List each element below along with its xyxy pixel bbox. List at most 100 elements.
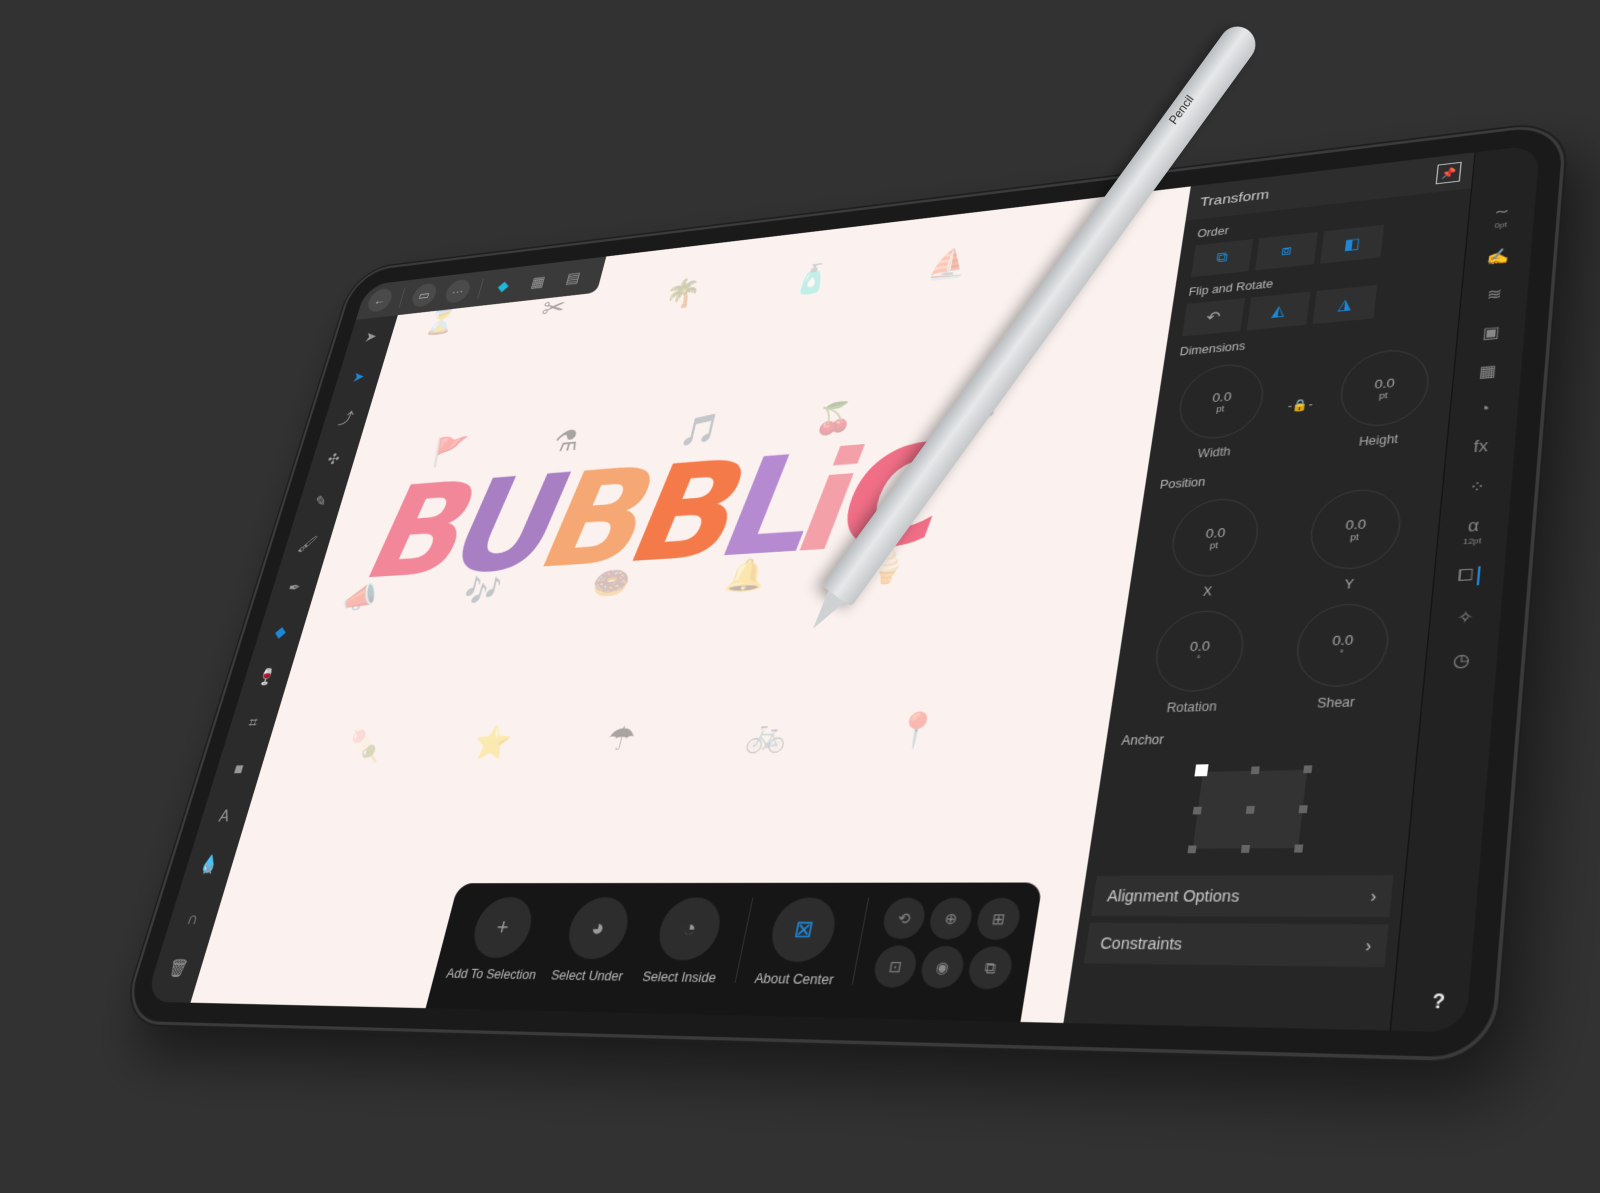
about-center-button[interactable]: ⊠ About Center xyxy=(753,897,850,988)
text-tool-icon: A xyxy=(217,806,233,825)
anchor-middle-left[interactable] xyxy=(1192,806,1202,815)
move-tool-button[interactable]: ➤ xyxy=(356,324,386,349)
flip-vertical-button[interactable]: ◮ xyxy=(1312,284,1378,325)
anchor-bottom-right[interactable] xyxy=(1293,844,1304,853)
styles-studio-button[interactable]: ⁘ xyxy=(1468,476,1486,497)
stroke-icon: ∼ xyxy=(1493,203,1511,221)
transparency-tool-button[interactable]: 🍷 xyxy=(251,663,282,690)
lock-icon: -🔒- xyxy=(1287,397,1314,413)
move-tool-icon: ➤ xyxy=(363,327,380,345)
lock-selection-button[interactable]: ⊡ xyxy=(871,945,920,988)
document-button[interactable]: ▭ xyxy=(409,282,440,308)
styles-icon: ⁘ xyxy=(1468,478,1486,497)
stroke-studio-button[interactable]: ∼ 0pt xyxy=(1493,202,1510,230)
shear-dial[interactable]: 0.0 ° xyxy=(1292,601,1393,689)
swatches-studio-button[interactable]: ▦ xyxy=(1478,361,1497,382)
symbols-studio-button[interactable]: ✧ xyxy=(1456,607,1474,629)
appearance-studio-button[interactable]: ▣ xyxy=(1481,322,1501,343)
rotate-selection-button[interactable]: ⟲ xyxy=(880,897,928,940)
vector-brush-tool-icon: 🖌 xyxy=(296,534,320,553)
alignment-options-label: Alignment Options xyxy=(1106,886,1241,906)
select-inside-icon: ◔ xyxy=(680,915,700,942)
brushes-studio-button[interactable]: ✍ xyxy=(1486,247,1510,268)
layers-studio-button[interactable]: ≋ xyxy=(1486,284,1503,304)
anchor-bottom-center[interactable] xyxy=(1240,844,1251,853)
lock-aspect-toggle[interactable]: -🔒- xyxy=(1287,397,1314,412)
height-dial[interactable]: 0.0 pt xyxy=(1336,346,1432,430)
character-studio-button[interactable]: α 12pt xyxy=(1462,517,1484,547)
pen-tool-button[interactable]: ✒ xyxy=(279,574,310,601)
select-under-button[interactable]: ◕ Select Under xyxy=(548,897,641,984)
y-label: Y xyxy=(1343,576,1355,592)
symbols-icon: ✧ xyxy=(1456,608,1475,628)
anchor-top-left[interactable] xyxy=(1194,764,1209,777)
view-selection-button[interactable]: ◉ xyxy=(918,945,967,989)
height-unit: pt xyxy=(1378,389,1389,401)
send-to-back-button[interactable]: ◧ xyxy=(1320,224,1385,264)
view-selection-icon: ◉ xyxy=(934,957,951,976)
alignment-options-row[interactable]: Alignment Options › xyxy=(1090,875,1394,918)
effects-studio-button[interactable]: fx xyxy=(1473,438,1489,457)
height-label: Height xyxy=(1358,432,1399,449)
bring-forward-button[interactable]: ⧉ xyxy=(1190,239,1254,278)
node-tool-button[interactable]: ➤ xyxy=(344,364,374,390)
duplicate-selection-button[interactable]: ⧉ xyxy=(965,946,1015,990)
fill-tool-icon: ◆ xyxy=(272,622,289,641)
anchor-center[interactable] xyxy=(1245,805,1255,814)
text-tool-button[interactable]: A xyxy=(208,802,240,830)
scale-selection-button[interactable]: ⊞ xyxy=(974,897,1023,941)
y-dial[interactable]: 0.0 pt xyxy=(1306,486,1405,572)
point-transform-tool-icon: ⤴ xyxy=(336,409,356,428)
center-origin-button[interactable]: ⊕ xyxy=(926,897,975,940)
send-backward-button[interactable]: ⧈ xyxy=(1254,231,1318,271)
transform-center-icon: ⊠ xyxy=(791,915,816,943)
export-persona-button[interactable]: ▤ xyxy=(558,265,588,291)
select-inside-button[interactable]: ◔ Select Inside xyxy=(640,897,735,985)
anchor-bottom-left[interactable] xyxy=(1187,845,1197,854)
rotation-unit: ° xyxy=(1195,653,1201,664)
brushes-icon: ✍ xyxy=(1485,248,1510,267)
close-button[interactable]: ✕ xyxy=(192,855,225,883)
constraints-row[interactable]: Constraints › xyxy=(1083,922,1389,968)
shear-unit: ° xyxy=(1338,647,1345,659)
anchor-top-right[interactable] xyxy=(1303,765,1313,774)
x-value: 0.0 xyxy=(1204,524,1227,541)
anchor-middle-right[interactable] xyxy=(1298,805,1308,814)
point-transform-tool-button[interactable]: ⤴ xyxy=(331,405,361,431)
vector-brush-tool-button[interactable]: 🖌 xyxy=(292,531,323,557)
transform-studio-button[interactable]: ⧠ xyxy=(1456,566,1482,587)
width-dial[interactable]: 0.0 pt xyxy=(1174,361,1268,442)
width-unit: pt xyxy=(1215,403,1226,414)
add-to-selection-button[interactable]: + Add To Selection xyxy=(445,897,552,982)
fill-tool-button[interactable]: ◆ xyxy=(265,618,296,645)
about-center-label: About Center xyxy=(753,969,836,988)
pixel-persona-button[interactable]: ▦ xyxy=(523,269,553,295)
back-button[interactable]: ← xyxy=(365,287,395,313)
designer-persona-button[interactable]: ◆ xyxy=(489,273,519,299)
rotation-shear-row: 0.0 ° Rotation 0.0 ° Shear xyxy=(1109,594,1433,724)
node-tool-icon: ➤ xyxy=(350,368,367,385)
rotate-button[interactable]: ↶ xyxy=(1182,298,1245,337)
corner-tool-button[interactable]: ✣ xyxy=(318,446,348,472)
pencil-tool-button[interactable]: ✎ xyxy=(305,488,335,514)
rotation-label: Rotation xyxy=(1165,699,1218,716)
duplicate-selection-icon: ⧉ xyxy=(983,958,998,977)
anchor-top-center[interactable] xyxy=(1250,766,1260,775)
y-unit: pt xyxy=(1349,531,1360,543)
pin-button[interactable]: 📌 xyxy=(1435,161,1462,185)
shape-tool-button[interactable]: ■ xyxy=(223,755,255,783)
help-button[interactable]: ? xyxy=(1431,992,1445,1014)
x-dial[interactable]: 0.0 pt xyxy=(1167,496,1263,579)
history-studio-button[interactable]: ◷ xyxy=(1452,650,1471,672)
crop-tool-button[interactable]: ⌗ xyxy=(237,709,269,736)
delete-button[interactable]: 🗑 xyxy=(161,954,194,983)
background-decor-icon: 🍡 xyxy=(342,728,388,765)
more-button[interactable]: ··· xyxy=(442,278,473,305)
export-persona-icon: ▤ xyxy=(564,268,583,287)
rotation-dial[interactable]: 0.0 ° xyxy=(1150,608,1249,693)
flip-horizontal-button[interactable]: ◭ xyxy=(1246,291,1311,331)
character-value: 12pt xyxy=(1462,535,1482,547)
snapping-button[interactable]: ∩ xyxy=(177,904,210,933)
color-studio-button[interactable]: ◔ xyxy=(1478,401,1491,420)
stroke-value: 0pt xyxy=(1494,220,1508,230)
